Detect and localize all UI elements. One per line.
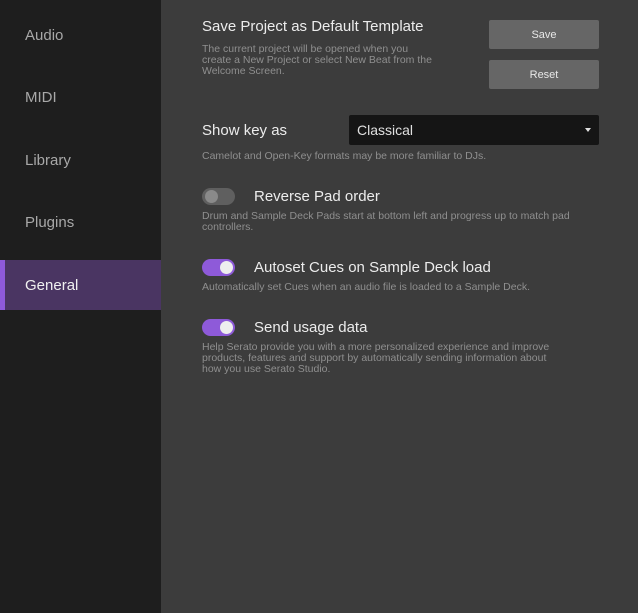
usage-data-description: Help Serato provide you with a more pers… xyxy=(202,342,549,375)
autoset-cues-description: Automatically set Cues when an audio fil… xyxy=(202,281,531,293)
sidebar-item-library[interactable]: Library xyxy=(0,135,161,185)
reverse-pad-description-line: controllers. xyxy=(202,221,254,233)
autoset-cues-toggle[interactable] xyxy=(202,259,235,276)
autoset-cues-label: Autoset Cues on Sample Deck load xyxy=(254,259,491,276)
general-settings-panel: Save Project as Default Template The cur… xyxy=(161,0,638,613)
sidebar-item-label: MIDI xyxy=(25,88,57,106)
sidebar-item-label: General xyxy=(25,276,79,294)
toggle-knob xyxy=(205,190,218,203)
reset-button[interactable]: Reset xyxy=(489,60,599,89)
usage-data-label: Send usage data xyxy=(254,319,368,336)
toggle-knob xyxy=(220,321,233,334)
sidebar-item-general[interactable]: General xyxy=(0,260,161,310)
show-key-label: Show key as xyxy=(202,122,288,139)
reverse-pad-description-line: Drum and Sample Deck Pads start at botto… xyxy=(202,210,570,222)
save-button[interactable]: Save xyxy=(489,20,599,49)
template-description: The current project will be opened when … xyxy=(202,44,432,77)
key-format-select[interactable]: Classical xyxy=(349,115,599,145)
reverse-pad-label: Reverse Pad order xyxy=(254,188,380,205)
sidebar-item-plugins[interactable]: Plugins xyxy=(0,197,161,247)
sidebar-item-label: Audio xyxy=(25,26,64,44)
template-description-line: Welcome Screen. xyxy=(202,65,285,77)
sidebar-item-label: Library xyxy=(25,151,71,169)
chevron-down-icon xyxy=(585,128,591,132)
key-description: Camelot and Open-Key formats may be more… xyxy=(202,150,487,162)
template-heading: Save Project as Default Template xyxy=(202,18,424,35)
toggle-knob xyxy=(220,261,233,274)
usage-data-toggle[interactable] xyxy=(202,319,235,336)
sidebar: Audio MIDI Library Plugins General xyxy=(0,0,161,613)
sidebar-item-midi[interactable]: MIDI xyxy=(0,72,161,122)
preferences-window: Audio MIDI Library Plugins General Save … xyxy=(0,0,638,613)
key-format-selected: Classical xyxy=(357,122,414,138)
usage-data-description-line: how you use Serato Studio. xyxy=(202,363,331,375)
reverse-pad-toggle[interactable] xyxy=(202,188,235,205)
sidebar-item-audio[interactable]: Audio xyxy=(0,10,161,60)
sidebar-item-label: Plugins xyxy=(25,213,75,231)
reverse-pad-description: Drum and Sample Deck Pads start at botto… xyxy=(202,211,570,233)
